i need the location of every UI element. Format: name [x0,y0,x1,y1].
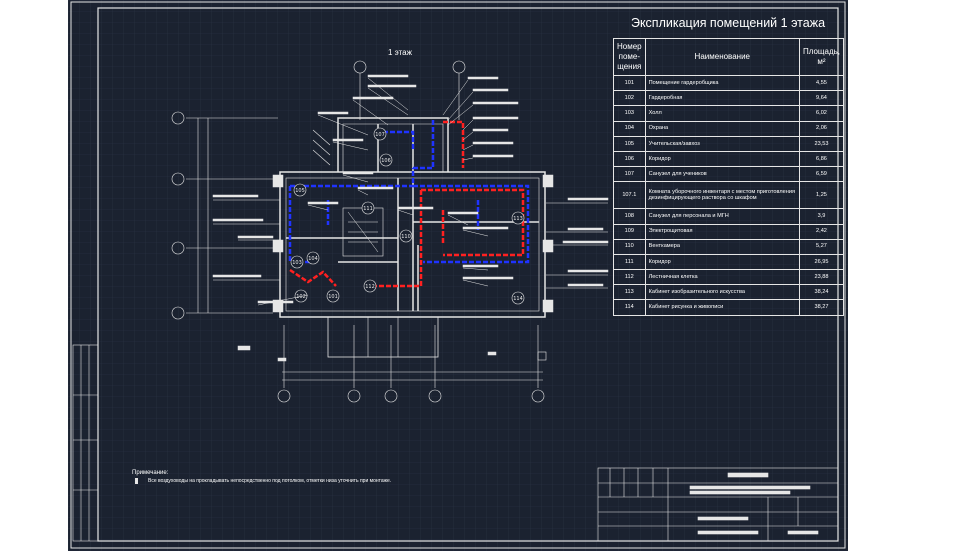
svg-text:104: 104 [308,256,318,262]
svg-text:105: 105 [295,188,305,194]
floor-plan-title: 1 этаж [388,48,412,57]
table-row: 101 Помещение гардеробщика 4,55 [613,74,845,92]
room-number-cell: 107.1 [613,181,646,210]
explication-table: Номер поме-щения Наименование Площадь, м… [613,38,845,316]
room-name-cell: Лестничная клетка [644,269,800,286]
table-row: 103 Холл 6,02 [613,105,845,122]
room-area-cell: 38,24 [798,284,845,301]
explication-header-row: Номер поме-щения Наименование Площадь, м… [613,38,845,76]
svg-text:101: 101 [328,294,338,300]
svg-text:106: 106 [381,158,391,164]
room-name-cell: Кабинет изобразительного искусства [644,284,800,301]
room-area-cell: 38,27 [798,299,845,316]
room-area-cell: 6,59 [798,166,845,183]
room-area-cell: 26,95 [798,253,845,271]
room-name-cell: Помещение гардеробщика [644,74,800,92]
room-number-cell: 111 [613,253,646,271]
table-row: 107 Санузел для учеников 6,59 [613,166,845,183]
room-number-cell: 114 [613,299,646,316]
room-name-cell: Коридор [644,253,800,271]
room-area-cell: 2,42 [798,223,845,240]
table-row: 111 Коридор 26,95 [613,253,845,271]
room-number-cell: 106 [613,150,646,168]
table-row: 113 Кабинет изобразительного искусства 38,… [613,284,845,301]
room-name-cell: Санузел для учеников [644,166,800,183]
room-area-cell: 6,02 [798,105,845,122]
room-number-cell: 113 [613,284,646,301]
room-number-cell: 109 [613,223,646,240]
table-row: 104 Охрана 2,06 [613,120,845,137]
room-name-cell: Учительская/завхоз [644,135,800,152]
room-area-cell: 23,88 [798,269,845,286]
room-name-cell: Санузел для персонала и МГН [644,208,800,225]
room-number-cell: 112 [613,269,646,286]
svg-text:113: 113 [513,216,523,222]
room-number-cell: 101 [613,74,646,92]
room-number-cell: 108 [613,208,646,225]
room-area-cell: 5,27 [798,238,845,255]
note-title: Примечание: [132,470,169,476]
table-row: 102 Гардеробная 9,64 [613,90,845,107]
svg-text:111: 111 [363,206,373,212]
room-area-cell: 2,06 [798,120,845,137]
room-name-cell: Охрана [644,120,800,137]
header-number: Номер поме-щения [613,38,646,76]
room-name-cell: Коридор [644,150,800,168]
svg-text:112: 112 [365,284,375,290]
svg-text:110: 110 [401,234,411,240]
room-number-cell: 103 [613,105,646,122]
room-name-cell: Кабинет рисунка и живописи [644,299,800,316]
room-area-cell: 1,25 [798,181,845,210]
drawing-sheet: 105 103 102 101 111 112 113 114 110 106 107 10… [68,0,848,551]
table-row: 107.1 Комната уборочного инвентаря с мест… [613,181,845,210]
table-row: 108 Санузел для персонала и МГН 3,9 [613,208,845,225]
table-row: 106 Коридор 6,86 [613,150,845,168]
room-number-cell: 107 [613,166,646,183]
header-area: Площадь, м² [798,38,845,76]
svg-text:114: 114 [513,296,523,302]
room-number-cell: 105 [613,135,646,152]
room-name-cell: Гардеробная [644,90,800,107]
room-number-cell: 102 [613,90,646,107]
room-area-cell: 4,55 [798,74,845,92]
svg-text:107: 107 [375,132,385,138]
room-name-cell: Холл [644,105,800,122]
note-text: Все воздуховоды на прокладывать непосред… [148,478,392,484]
table-row: 114 Кабинет рисунка и живописи 38,27 [613,299,845,316]
room-area-cell: 9,64 [798,90,845,107]
table-row: 109 Электрощитовая 2,42 [613,223,845,240]
note-bullet [135,478,138,484]
room-number-cell: 110 [613,238,646,255]
room-number-cell: 104 [613,120,646,137]
room-name-cell: Комната уборочного инвентаря с местом пр… [644,181,800,210]
room-name-cell: Электрощитовая [644,223,800,240]
table-row: 110 Венткамера 5,27 [613,238,845,255]
header-name: Наименование [644,38,800,76]
room-area-cell: 23,53 [798,135,845,152]
room-area-cell: 3,9 [798,208,845,225]
svg-text:103: 103 [292,260,302,266]
room-area-cell: 6,86 [798,150,845,168]
explication-title: Экспликация помещений 1 этажа [630,16,826,30]
room-name-cell: Венткамера [644,238,800,255]
explication-body: 101 Помещение гардеробщика 4,55 102 Гардероб… [613,74,845,316]
table-row: 112 Лестничная клетка 23,88 [613,269,845,286]
table-row: 105 Учительская/завхоз 23,53 [613,135,845,152]
